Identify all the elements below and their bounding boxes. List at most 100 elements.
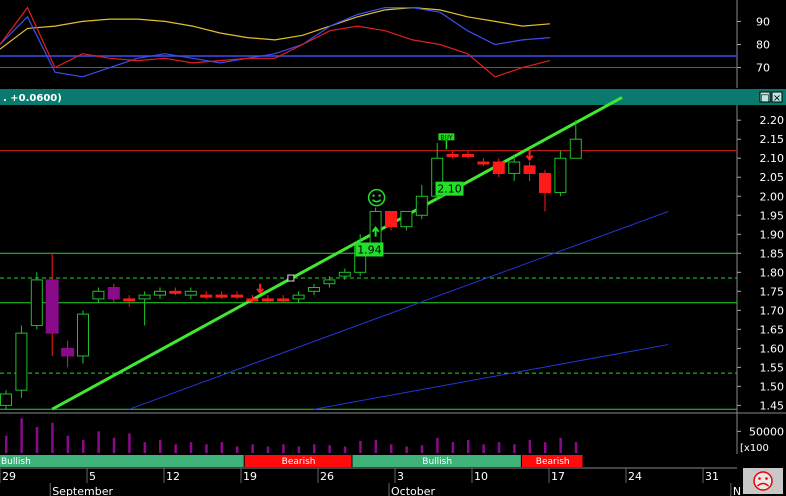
candle-body (61, 347, 75, 357)
volume-bar (574, 442, 578, 453)
candle-body (231, 294, 243, 298)
trend-band-label: Bearish (282, 457, 316, 467)
candle-body (184, 290, 197, 296)
trend-band-label: Bullish (1, 457, 31, 467)
chart-canvas: 70 80 90 . +0.0600) □ × 1.94 2.10 BUY 1.45 1.… (0, 0, 786, 496)
candle-body (92, 290, 105, 300)
volume-bar (20, 418, 23, 453)
candle-body (385, 210, 397, 228)
candle-body (138, 294, 151, 300)
osc-tick-label: 90 (756, 15, 770, 28)
candle-body (200, 294, 213, 298)
marker-square (287, 274, 295, 282)
price-label: 2.10 (437, 183, 462, 196)
volume-bar (343, 446, 347, 453)
trend-band-row: Bullish Bearish Bullish Bearish (0, 454, 737, 468)
price-tick-label: 1.70 (760, 304, 785, 317)
price-tick-label: 1.45 (760, 399, 785, 412)
candle-body (400, 210, 413, 228)
x-day-label: 5 (89, 470, 96, 483)
x-month-label: N (733, 485, 741, 496)
price-tick-label: 1.65 (760, 323, 785, 336)
volume-bar (359, 440, 362, 453)
candle-body (569, 138, 582, 159)
trend-band-bull (0, 455, 244, 467)
price-tick-label: 1.75 (760, 285, 785, 298)
volume-bar (528, 440, 532, 453)
smiley-eye (378, 194, 381, 197)
close-icon: × (773, 93, 781, 104)
x-day-label: 10 (474, 470, 488, 483)
candle-body (169, 290, 182, 294)
candle-body (308, 287, 320, 292)
x-month-label: September (52, 485, 113, 496)
price-tick-label: 2.05 (760, 171, 785, 184)
candle-body (15, 332, 28, 391)
volume-bar (559, 437, 562, 453)
price-tick-label: 1.95 (760, 209, 785, 222)
candle-body (477, 161, 490, 165)
osc-tick-label: 70 (756, 62, 770, 75)
volume-bar (220, 442, 224, 453)
price-tick-label: 2.10 (760, 152, 785, 165)
candle-body (492, 161, 505, 174)
trend-line (129, 210, 669, 410)
volume-bar (35, 427, 39, 453)
volume-bar (390, 444, 393, 453)
smiley-eye (372, 194, 375, 197)
osc-tick-label: 80 (756, 39, 770, 52)
candle-body (446, 153, 459, 157)
price-tick-label: 1.50 (760, 380, 785, 393)
volume-bar (205, 444, 208, 453)
candle-body (415, 195, 428, 216)
price-tick-label: 1.85 (760, 247, 785, 260)
header-value-text: . +0.0600) (3, 93, 62, 104)
volume-bar (544, 442, 547, 453)
volume-bar (189, 442, 193, 453)
candle-body (0, 393, 12, 406)
candle-body (123, 298, 136, 302)
volume-bar (282, 444, 285, 453)
candle-body (154, 290, 166, 296)
buy-tag-label: BUY (440, 134, 453, 141)
volume-bar (497, 442, 501, 453)
candle-body (30, 279, 43, 327)
x-day-label: 31 (705, 470, 719, 483)
candle-body (107, 287, 120, 300)
trend-line (313, 344, 669, 410)
price-panel-header: . +0.0600) □ × (0, 89, 786, 105)
volume-bar (66, 435, 70, 453)
volume-bar (374, 440, 378, 453)
candle-body (508, 161, 521, 174)
price-tick-label: 2.20 (760, 114, 785, 127)
price-tick-label: 2.15 (760, 133, 785, 146)
candle-body (45, 279, 59, 334)
volume-bar (5, 435, 8, 453)
volume-bar (174, 444, 177, 453)
trend-band-label: Bearish (536, 457, 570, 467)
volume-bar (97, 431, 100, 453)
volume-panel: 50000 [x100 (0, 412, 786, 454)
x-day-label: 19 (243, 470, 257, 483)
candle-body (246, 298, 259, 302)
oscillator-panel: 70 80 90 (0, 0, 770, 88)
candle-body (554, 157, 567, 193)
x-axis: 29 5 12 19 26 3 10 17 24 31 September October N (0, 467, 741, 496)
candle-body (523, 165, 536, 174)
sell-arrow-icon (525, 150, 534, 162)
price-label: 1.94 (357, 243, 382, 256)
smiley-icon (367, 188, 386, 207)
x-day-label: 12 (166, 470, 180, 483)
volume-bar (82, 440, 85, 453)
volume-bar (251, 444, 254, 453)
volume-bar (482, 444, 485, 453)
price-tick-label: 1.90 (760, 228, 785, 241)
x-day-label: 17 (551, 470, 565, 483)
volume-bar (112, 437, 116, 453)
x-month-label: October (391, 485, 435, 496)
price-tick-label: 1.80 (760, 266, 785, 279)
candle-body (215, 294, 228, 298)
volume-unit-label: [x100 (740, 443, 769, 454)
candle-body (77, 313, 89, 357)
smiley-mouth (372, 199, 382, 203)
